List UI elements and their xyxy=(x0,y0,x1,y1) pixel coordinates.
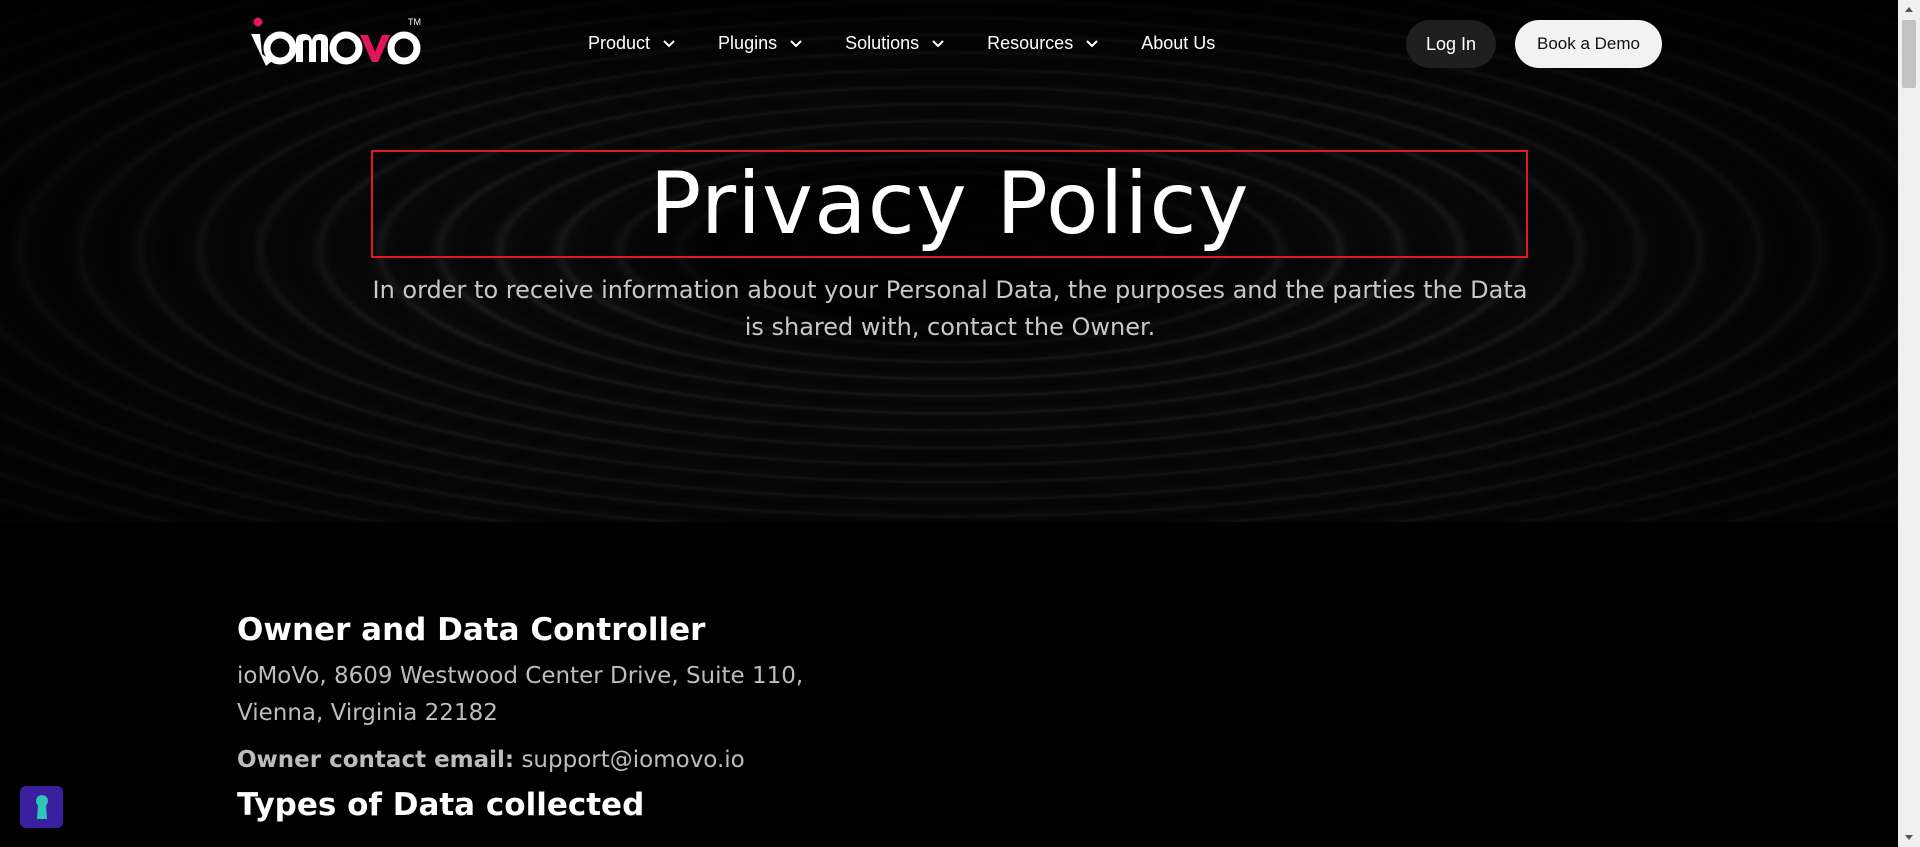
chevron-down-icon xyxy=(663,40,675,48)
svg-text:TM: TM xyxy=(408,17,421,27)
privacy-settings-button[interactable] xyxy=(20,786,63,828)
page-title-box: Privacy Policy xyxy=(371,150,1528,258)
owner-heading: Owner and Data Controller xyxy=(237,612,706,648)
login-button[interactable]: Log In xyxy=(1406,20,1496,68)
nav-about-us[interactable]: About Us xyxy=(1141,30,1215,56)
page-title: Privacy Policy xyxy=(649,154,1250,254)
nav-label: Resources xyxy=(987,32,1074,53)
scroll-down-arrow-icon[interactable] xyxy=(1898,829,1920,847)
page: TM Product Plugins Solutions Resources A… xyxy=(0,0,1898,847)
scrollbar-thumb[interactable] xyxy=(1902,20,1916,88)
owner-address: ioMoVo, 8609 Westwood Center Drive, Suit… xyxy=(237,663,804,726)
iomovo-logo-icon: TM xyxy=(251,17,421,66)
book-demo-button[interactable]: Book a Demo xyxy=(1515,20,1662,68)
nav-label: Plugins xyxy=(718,32,778,53)
policy-content: Owner and Data Controller ioMoVo, 8609 W… xyxy=(237,608,1437,827)
site-header: TM Product Plugins Solutions Resources A… xyxy=(0,0,1898,86)
page-subtitle: In order to receive information about yo… xyxy=(372,276,1528,341)
nav-product[interactable]: Product xyxy=(588,30,676,56)
nav-label: Solutions xyxy=(845,32,920,53)
main-nav: Product Plugins Solutions Resources Abou… xyxy=(588,30,1257,56)
types-heading: Types of Data collected xyxy=(237,787,645,823)
scroll-up-arrow-icon[interactable] xyxy=(1898,0,1920,18)
vertical-scrollbar[interactable] xyxy=(1898,0,1920,847)
nav-resources[interactable]: Resources xyxy=(987,30,1099,56)
nav-label: Product xyxy=(588,32,651,53)
contact-email[interactable]: support@iomovo.io xyxy=(521,747,744,773)
nav-label: About Us xyxy=(1141,32,1216,53)
chevron-down-icon xyxy=(1086,40,1098,48)
nav-solutions[interactable]: Solutions xyxy=(845,30,945,56)
keyhole-icon xyxy=(35,795,48,819)
chevron-down-icon xyxy=(932,40,944,48)
contact-label: Owner contact email: xyxy=(237,747,515,773)
owner-contact: Owner contact email: support@iomovo.io xyxy=(237,742,1437,779)
logo[interactable]: TM xyxy=(248,16,428,72)
nav-plugins[interactable]: Plugins xyxy=(718,30,803,56)
chevron-down-icon xyxy=(790,40,802,48)
